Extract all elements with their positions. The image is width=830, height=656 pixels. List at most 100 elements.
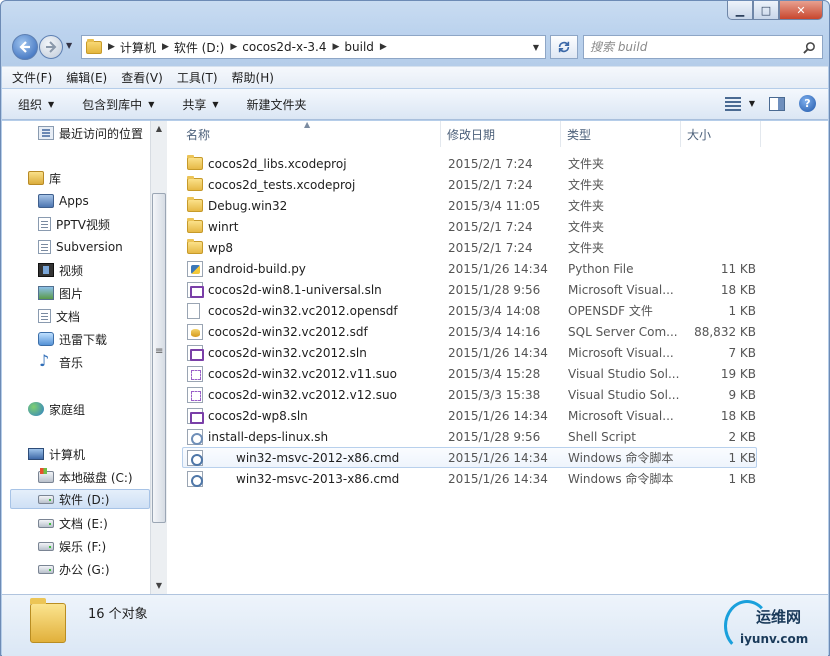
- nav-drive-d[interactable]: 软件 (D:): [10, 489, 150, 509]
- file-row[interactable]: android-build.py 2015/1/26 14:34 Python Fi…: [182, 258, 757, 279]
- nav-scrollbar[interactable]: ▲ ▼: [150, 121, 167, 594]
- file-row[interactable]: cocos2d-win32.vc2012.v11.suo 2015/3/4 15:…: [182, 363, 757, 384]
- file-date: 2015/2/1 7:24: [448, 240, 533, 255]
- file-row[interactable]: win32-msvc-2012-x86.cmd 2015/1/26 14:34 Wi…: [182, 447, 757, 468]
- search-icon[interactable]: [803, 41, 816, 54]
- file-name-cell[interactable]: cocos2d_libs.xcodeproj: [183, 155, 442, 171]
- file-name-cell[interactable]: cocos2d-win8.1-universal.sln: [183, 281, 442, 298]
- file-name-cell[interactable]: cocos2d-win32.vc2012.sdf: [183, 323, 442, 340]
- column-type[interactable]: 类型: [561, 121, 681, 147]
- column-size[interactable]: 大小: [681, 121, 761, 147]
- minimize-button[interactable]: ▁: [727, 1, 753, 20]
- cmd-file-icon: [187, 449, 203, 466]
- nav-pictures[interactable]: 图片: [38, 283, 83, 303]
- file-name: cocos2d-wp8.sln: [208, 408, 308, 423]
- file-name-cell[interactable]: cocos2d-win32.vc2012.opensdf: [183, 302, 442, 319]
- column-date[interactable]: 修改日期: [441, 121, 561, 147]
- nav-drive-e[interactable]: 文档 (E:): [38, 513, 108, 533]
- file-row[interactable]: cocos2d-win8.1-universal.sln 2015/1/28 9:…: [182, 279, 757, 300]
- file-name-cell[interactable]: cocos2d-win32.vc2012.v12.suo: [183, 386, 442, 403]
- nav-computer[interactable]: 计算机: [28, 444, 85, 464]
- change-view-button[interactable]: ▼: [724, 96, 755, 111]
- nav-videos[interactable]: 视频: [38, 260, 83, 280]
- file-size: 1 KB: [728, 303, 756, 318]
- file-row[interactable]: cocos2d-win32.vc2012.sdf 2015/3/4 14:16 SQ…: [182, 321, 757, 342]
- nav-documents[interactable]: 文档: [38, 306, 80, 326]
- file-name-cell[interactable]: cocos2d_tests.xcodeproj: [183, 176, 442, 192]
- close-button[interactable]: ✕: [779, 1, 823, 20]
- file-name-cell[interactable]: cocos2d-wp8.sln: [183, 407, 442, 424]
- forward-button[interactable]: [39, 35, 63, 59]
- menu-help[interactable]: 帮助(H): [232, 69, 274, 86]
- maximize-button[interactable]: □: [753, 1, 779, 20]
- history-dropdown-icon[interactable]: ▼: [66, 41, 72, 50]
- search-box[interactable]: [583, 35, 823, 59]
- file-row[interactable]: cocos2d-win32.vc2012.opensdf 2015/3/4 14:…: [182, 300, 757, 321]
- breadcrumb-cocos[interactable]: cocos2d-x-3.4 ▶: [242, 40, 344, 54]
- nav-libraries[interactable]: 库: [28, 168, 61, 188]
- scroll-down-icon[interactable]: ▼: [151, 578, 167, 594]
- file-name-cell[interactable]: android-build.py: [183, 260, 442, 277]
- nav-pptv[interactable]: PPTV视频: [38, 214, 110, 234]
- address-dropdown-icon[interactable]: ▼: [527, 43, 545, 52]
- cmd-file-icon: [187, 470, 203, 487]
- file-row[interactable]: winrt 2015/2/1 7:24 文件夹: [182, 216, 757, 237]
- file-row[interactable]: win32-msvc-2013-x86.cmd 2015/1/26 14:34 Wi…: [182, 468, 757, 489]
- file-name-cell[interactable]: win32-msvc-2013-x86.cmd: [183, 470, 442, 487]
- menu-view[interactable]: 查看(V): [121, 69, 163, 86]
- file-row[interactable]: install-deps-linux.sh 2015/1/28 9:56 Shell…: [182, 426, 757, 447]
- include-in-library-button[interactable]: 包含到库中 ▼: [82, 96, 154, 113]
- column-name[interactable]: ▲ 名称: [168, 120, 441, 147]
- nav-apps[interactable]: Apps: [38, 191, 89, 211]
- nav-recent[interactable]: 最近访问的位置: [38, 123, 143, 143]
- share-button[interactable]: 共享 ▼: [182, 96, 218, 113]
- nav-music[interactable]: 音乐: [38, 351, 83, 372]
- file-name: Debug.win32: [208, 198, 288, 213]
- address-bar[interactable]: ▶ 计算机 ▶ 软件 (D:) ▶ cocos2d-x-3.4 ▶ build ▶ ▼: [81, 35, 546, 59]
- file-type: Visual Studio Sol...: [568, 387, 680, 402]
- new-folder-button[interactable]: 新建文件夹: [247, 96, 307, 113]
- nav-thunder[interactable]: 迅雷下载: [38, 329, 107, 349]
- file-row[interactable]: cocos2d-wp8.sln 2015/1/26 14:34 Microsoft …: [182, 405, 757, 426]
- breadcrumb-computer[interactable]: 计算机 ▶: [120, 39, 174, 56]
- file-name-cell[interactable]: winrt: [183, 218, 442, 234]
- nav-homegroup[interactable]: 家庭组: [28, 399, 85, 419]
- file-row[interactable]: cocos2d_tests.xcodeproj 2015/2/1 7:24 文件夹: [182, 174, 757, 195]
- breadcrumb-build[interactable]: build ▶: [344, 40, 391, 54]
- file-name-cell[interactable]: install-deps-linux.sh: [183, 428, 442, 445]
- nav-drive-g[interactable]: 办公 (G:): [38, 559, 110, 579]
- menu-edit[interactable]: 编辑(E): [66, 69, 107, 86]
- file-row[interactable]: wp8 2015/2/1 7:24 文件夹: [182, 237, 757, 258]
- file-type: Windows 命令脚本: [568, 451, 674, 465]
- organize-button[interactable]: 组织 ▼: [18, 96, 54, 113]
- file-row[interactable]: cocos2d-win32.vc2012.sln 2015/1/26 14:34 M…: [182, 342, 757, 363]
- file-name: win32-msvc-2012-x86.cmd: [236, 450, 400, 465]
- file-name-cell[interactable]: wp8: [183, 239, 442, 255]
- file-name-cell[interactable]: cocos2d-win32.vc2012.sln: [183, 344, 442, 361]
- sort-ascending-icon: ▲: [304, 120, 311, 129]
- search-input[interactable]: [590, 40, 803, 54]
- file-row[interactable]: cocos2d-win32.vc2012.v12.suo 2015/3/3 15:…: [182, 384, 757, 405]
- help-icon[interactable]: ?: [799, 95, 816, 112]
- nav-drive-f[interactable]: 娱乐 (F:): [38, 536, 106, 556]
- file-date: 2015/2/1 7:24: [448, 156, 533, 171]
- file-row[interactable]: cocos2d_libs.xcodeproj 2015/2/1 7:24 文件夹: [182, 153, 757, 174]
- file-name-cell[interactable]: cocos2d-win32.vc2012.v11.suo: [183, 365, 442, 382]
- breadcrumb-root-chevron[interactable]: ▶: [102, 42, 120, 52]
- chevron-down-icon: ▼: [748, 99, 755, 108]
- column-header: ▲ 名称 修改日期 类型 大小: [168, 120, 828, 147]
- file-name-cell[interactable]: win32-msvc-2012-x86.cmd: [183, 449, 442, 466]
- refresh-button[interactable]: [550, 35, 578, 59]
- menu-tools[interactable]: 工具(T): [177, 69, 218, 86]
- scroll-thumb[interactable]: [152, 193, 166, 523]
- back-button[interactable]: [12, 34, 38, 60]
- breadcrumb-drive-d[interactable]: 软件 (D:) ▶: [174, 39, 242, 56]
- file-name-cell[interactable]: Debug.win32: [183, 197, 442, 213]
- menu-file[interactable]: 文件(F): [12, 69, 52, 86]
- preview-pane-icon[interactable]: [769, 96, 785, 111]
- nav-drive-c[interactable]: 本地磁盘 (C:): [38, 467, 133, 487]
- file-date: 2015/1/26 14:34: [448, 471, 548, 486]
- file-row[interactable]: Debug.win32 2015/3/4 11:05 文件夹: [182, 195, 757, 216]
- scroll-up-icon[interactable]: ▲: [151, 121, 167, 137]
- nav-subversion[interactable]: Subversion: [38, 237, 123, 257]
